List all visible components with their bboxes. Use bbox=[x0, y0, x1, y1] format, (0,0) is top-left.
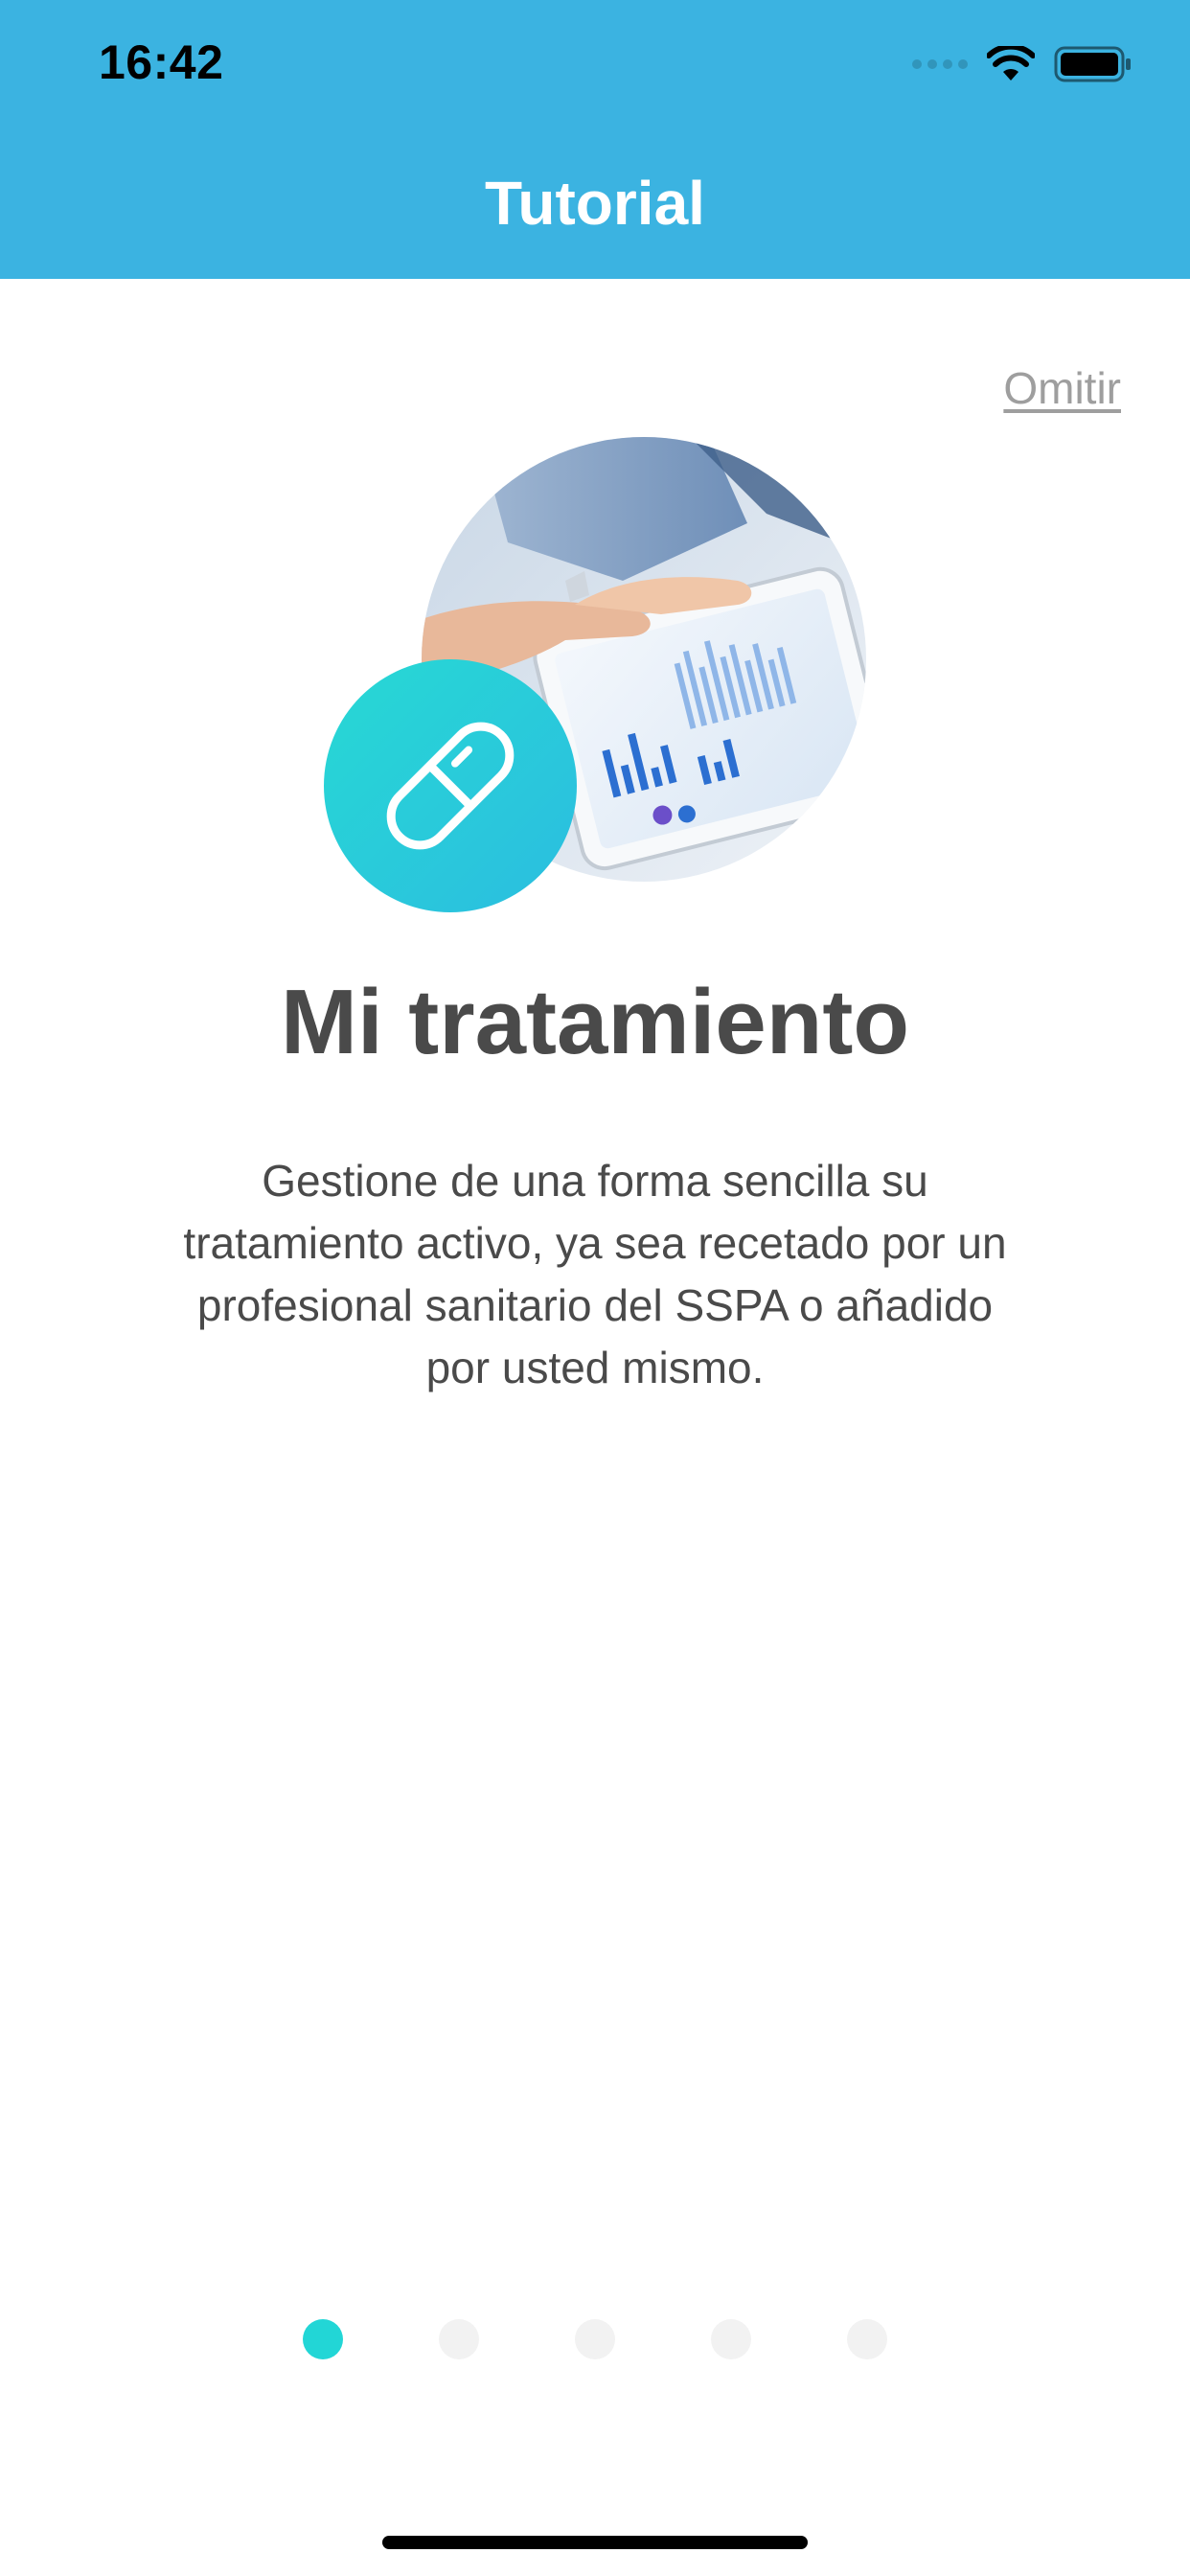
home-indicator[interactable] bbox=[382, 2536, 808, 2549]
pill-badge bbox=[324, 659, 577, 912]
header-bar: 16:42 Tutorial bbox=[0, 0, 1190, 279]
page-indicator bbox=[0, 2319, 1190, 2359]
page-dot-4[interactable] bbox=[711, 2319, 751, 2359]
slide-title: Mi tratamiento bbox=[280, 971, 910, 1073]
tutorial-screen: 16:42 Tutorial Omitir Mi tratamiento Ges… bbox=[0, 0, 1190, 2576]
page-dot-1[interactable] bbox=[303, 2319, 343, 2359]
page-dot-5[interactable] bbox=[847, 2319, 887, 2359]
skip-button[interactable]: Omitir bbox=[1003, 362, 1121, 414]
battery-icon bbox=[1054, 46, 1131, 82]
pill-icon bbox=[386, 722, 515, 850]
wifi-icon bbox=[987, 46, 1035, 80]
page-dot-2[interactable] bbox=[439, 2319, 479, 2359]
status-icons bbox=[912, 40, 1133, 88]
status-time: 16:42 bbox=[99, 35, 224, 89]
page-title: Tutorial bbox=[485, 169, 705, 238]
cellular-signal-icon bbox=[912, 59, 968, 69]
page-dot-3[interactable] bbox=[575, 2319, 615, 2359]
slide-description: Gestione de una forma sencilla su tratam… bbox=[183, 1156, 1007, 1392]
